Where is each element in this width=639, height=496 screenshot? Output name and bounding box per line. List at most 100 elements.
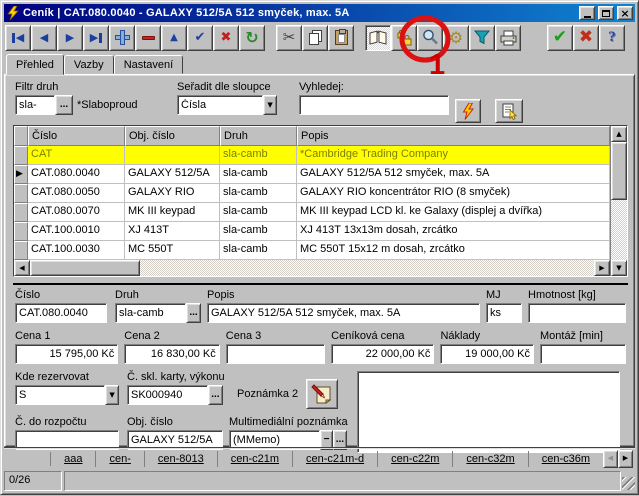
cell-druh[interactable]: sla-camb: [220, 203, 297, 222]
sort-dropdown-button[interactable]: ▼: [263, 95, 277, 115]
table-row[interactable]: CAT.080.0050 GALAXY RIO sla-camb GALAXY …: [14, 184, 610, 203]
search-button[interactable]: [417, 25, 443, 51]
cell-obj-cislo[interactable]: GALAXY RIO: [125, 184, 220, 203]
insert-record-button[interactable]: [109, 25, 135, 51]
cell-popis[interactable]: *Cambridge Trading Company: [297, 146, 610, 165]
tab-vazby[interactable]: Vazby: [64, 55, 114, 74]
table-row[interactable]: CAT sla-camb *Cambridge Trading Company: [14, 146, 610, 165]
delete-record-button[interactable]: [135, 25, 161, 51]
kde-rezervovat-combobox[interactable]: [15, 385, 105, 405]
vertical-scrollbar[interactable]: ▲ ▼: [610, 126, 627, 276]
kde-dropdown-button[interactable]: ▼: [105, 385, 119, 405]
cell-obj-cislo[interactable]: XJ 413T: [125, 222, 220, 241]
cell-popis[interactable]: GALAXY RIO koncentrátor RIO (8 smyček): [297, 184, 610, 203]
cell-obj-cislo[interactable]: MK III keypad: [125, 203, 220, 222]
row-selector[interactable]: [14, 146, 28, 165]
tab-prehled[interactable]: Přehled: [6, 54, 64, 75]
column-header-popis[interactable]: Popis: [297, 126, 610, 146]
table-row[interactable]: CAT.100.0010 XJ 413T sla-camb XJ 413T 13…: [14, 222, 610, 241]
row-selector[interactable]: [14, 203, 28, 222]
cell-druh[interactable]: sla-camb: [220, 184, 297, 203]
cislo-field[interactable]: [15, 303, 107, 323]
column-header-druh[interactable]: Druh: [220, 126, 297, 146]
row-selector-current[interactable]: ▶: [14, 165, 28, 184]
cancel-record-button[interactable]: ✖: [213, 25, 239, 51]
first-record-button[interactable]: ◀: [5, 25, 31, 51]
horizontal-scrollbar[interactable]: ◀ ▶: [14, 260, 610, 276]
vertical-scroll-thumb[interactable]: [611, 142, 627, 200]
cell-cislo[interactable]: CAT.100.0010: [28, 222, 125, 241]
footer-link-cen-c32m[interactable]: cen-c32m: [453, 451, 528, 467]
footer-link-aaa[interactable]: aaa: [51, 451, 96, 467]
scroll-up-button[interactable]: ▲: [611, 126, 627, 142]
cenikova-cena-field[interactable]: [331, 344, 434, 364]
scroll-down-button[interactable]: ▼: [611, 260, 627, 276]
cell-cislo[interactable]: CAT.080.0040: [28, 165, 125, 184]
skl-karta-field[interactable]: [127, 385, 208, 405]
poznamka2-memo-field[interactable]: [357, 371, 620, 453]
permissions-button[interactable]: [391, 25, 417, 51]
copy-button[interactable]: [302, 25, 328, 51]
footer-link-cen-8013[interactable]: cen-8013: [145, 451, 218, 467]
print-button[interactable]: [495, 25, 521, 51]
settings-button[interactable]: ⚙: [443, 25, 469, 51]
search-input[interactable]: [299, 95, 449, 115]
paste-button[interactable]: [328, 25, 354, 51]
montaz-field[interactable]: [540, 344, 626, 364]
resize-grip[interactable]: [622, 477, 635, 490]
locate-record-button[interactable]: [495, 99, 523, 123]
cell-druh[interactable]: sla-camb: [220, 222, 297, 241]
cell-cislo[interactable]: CAT.080.0070: [28, 203, 125, 222]
cell-popis[interactable]: XJ 413T 13x13m dosah, zrcátko: [297, 222, 610, 241]
tab-nastaveni[interactable]: Nastavení: [114, 55, 184, 74]
row-selector[interactable]: [14, 222, 28, 241]
close-button[interactable]: ×: [617, 6, 633, 20]
filter-druh-input[interactable]: [15, 95, 55, 115]
footer-link-cen-c22m[interactable]: cen-c22m: [378, 451, 453, 467]
cell-druh[interactable]: sla-camb: [220, 146, 297, 165]
footer-link-cen-c21m-d[interactable]: cen-c21m-d: [293, 451, 378, 467]
discard-button[interactable]: ✖: [573, 25, 599, 51]
hmotnost-field[interactable]: [528, 303, 626, 323]
ok-button[interactable]: ✔: [547, 25, 573, 51]
naklady-field[interactable]: [440, 344, 534, 364]
row-selector[interactable]: [14, 241, 28, 260]
column-header-obj-cislo[interactable]: Obj. číslo: [125, 126, 220, 146]
poznamka2-button[interactable]: [306, 379, 338, 409]
cena3-field[interactable]: [226, 344, 325, 364]
edit-record-button[interactable]: ▲: [161, 25, 187, 51]
cell-obj-cislo[interactable]: MC 550T: [125, 241, 220, 260]
cell-druh[interactable]: sla-camb: [220, 241, 297, 260]
footer-link-cen-c21m[interactable]: cen-c21m: [218, 451, 293, 467]
quick-search-button[interactable]: [455, 99, 481, 123]
scroll-left-button[interactable]: ◀: [14, 260, 30, 276]
footer-scroll-left-button[interactable]: ◀: [603, 450, 618, 468]
row-selector[interactable]: [14, 184, 28, 203]
cell-popis[interactable]: GALAXY 512/5A 512 smyček, max. 5A: [297, 165, 610, 184]
prev-record-button[interactable]: ◀: [31, 25, 57, 51]
cell-cislo[interactable]: CAT.080.0050: [28, 184, 125, 203]
filter-druh-ellipsis-button[interactable]: ...: [55, 95, 73, 115]
popis-field[interactable]: [207, 303, 480, 323]
footer-scroll-right-button[interactable]: ▶: [618, 450, 633, 468]
cell-popis[interactable]: MK III keypad LCD kl. ke Galaxy (displej…: [297, 203, 610, 222]
cena2-field[interactable]: [124, 344, 219, 364]
next-record-button[interactable]: ▶: [57, 25, 83, 51]
mj-field[interactable]: [486, 303, 522, 323]
cell-obj-cislo[interactable]: GALAXY 512/5A: [125, 165, 220, 184]
maximize-button[interactable]: [598, 6, 614, 20]
cena1-field[interactable]: [15, 344, 118, 364]
cell-cislo[interactable]: CAT.100.0030: [28, 241, 125, 260]
scroll-right-button[interactable]: ▶: [594, 260, 610, 276]
help-button[interactable]: ?: [599, 25, 625, 51]
cell-popis[interactable]: MC 550T 15x12 m dosah, zrcátko: [297, 241, 610, 260]
druh-ellipsis-button[interactable]: ...: [186, 303, 201, 323]
cell-cislo[interactable]: CAT: [28, 146, 125, 165]
druh-field[interactable]: [115, 303, 186, 323]
table-row[interactable]: ▶ CAT.080.0040 GALAXY 512/5A sla-camb GA…: [14, 165, 610, 184]
skl-karta-ellipsis-button[interactable]: ...: [208, 385, 223, 405]
minimize-button[interactable]: [579, 6, 595, 20]
footer-link-cen-c36m[interactable]: cen-c36m: [529, 451, 603, 467]
column-header-cislo[interactable]: Číslo: [28, 126, 125, 146]
footer-link-cen[interactable]: cen-: [96, 451, 144, 467]
